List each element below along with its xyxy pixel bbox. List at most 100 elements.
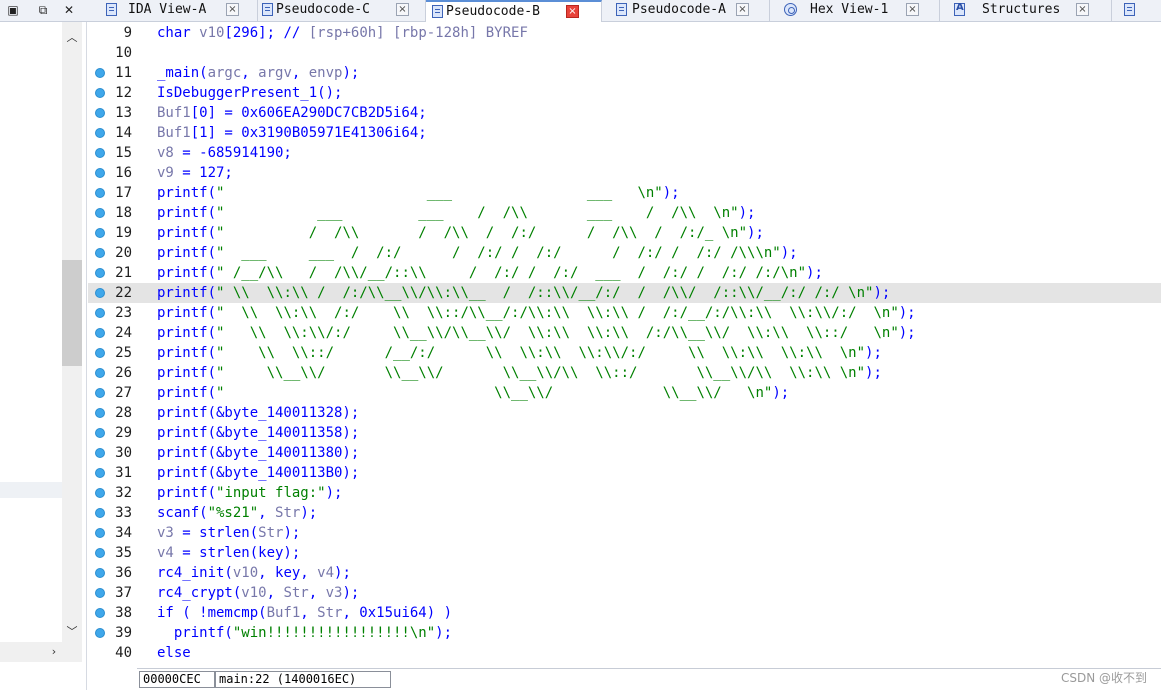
code-line[interactable]: 21 printf(" /__/\\ / /\\/__/::\\ / /:/ / …	[88, 263, 1161, 283]
code-text[interactable]: char v10[296]; // [rsp+60h] [rbp-128h] B…	[157, 23, 528, 43]
line-number: 35	[115, 545, 132, 561]
line-number: 18	[115, 205, 132, 221]
close-tab-icon[interactable]: ×	[226, 3, 239, 16]
line-number: 23	[115, 305, 132, 321]
tab-ida-view-a[interactable]: IDA View-A ×	[98, 0, 258, 21]
code-line[interactable]: 24 printf(" \\ \\:\\/:/ \\__\\/\\__\\/ \\…	[88, 323, 1161, 343]
code-text[interactable]: _main(argc, argv, envp);	[157, 63, 359, 83]
code-text[interactable]: Buf1[0] = 0x606EA290DC7CB2D5i64;	[157, 103, 427, 123]
scrollbar-thumb[interactable]	[62, 260, 82, 366]
code-text[interactable]: printf(" ___ ___ / /\\ ___ / /\\ \n");	[157, 203, 755, 223]
code-line[interactable]: 39 printf("win!!!!!!!!!!!!!!!!!\n");	[88, 623, 1161, 643]
code-text[interactable]: Buf1[1] = 0x3190B05971E41306i64;	[157, 123, 427, 143]
code-line[interactable]: 15 v8 = -685914190;	[88, 143, 1161, 163]
window-float-icon[interactable]: ▣	[4, 2, 22, 18]
code-line[interactable]: 16 v9 = 127;	[88, 163, 1161, 183]
code-text[interactable]: rc4_crypt(v10, Str, v3);	[157, 583, 359, 603]
line-number: 36	[115, 565, 132, 581]
close-tab-icon[interactable]: ×	[396, 3, 409, 16]
code-line[interactable]: 9 char v10[296]; // [rsp+60h] [rbp-128h] …	[88, 23, 1161, 43]
code-text[interactable]: printf(" \\ \\:\\ / /:/\\__\\/\\:\\__ / …	[157, 283, 890, 303]
code-line[interactable]: 23 printf(" \\ \\:\\ /:/ \\ \\::/\\__/:/\…	[88, 303, 1161, 323]
code-text[interactable]: printf("input flag:");	[157, 483, 342, 503]
code-line[interactable]: 37 rc4_crypt(v10, Str, v3);	[88, 583, 1161, 603]
code-line[interactable]: 17 printf(" ___ ___ \n");	[88, 183, 1161, 203]
code-text[interactable]: if ( !memcmp(Buf1, Str, 0x15ui64) )	[157, 603, 452, 623]
code-text[interactable]: printf(" \\ \\::/ /__/:/ \\ \\:\\ \\:\\/…	[157, 343, 882, 363]
code-line[interactable]: 25 printf(" \\ \\::/ /__/:/ \\ \\:\\ \\:\…	[88, 343, 1161, 363]
code-text[interactable]: else	[157, 643, 191, 663]
code-text[interactable]: v4 = strlen(key);	[157, 543, 300, 563]
line-number: 32	[115, 485, 132, 501]
tab-overflow[interactable]	[1112, 0, 1161, 21]
code-line[interactable]: 20 printf(" ___ ___ / /:/ / /:/ / /:/ / /…	[88, 243, 1161, 263]
enums-icon	[1124, 3, 1135, 16]
code-line[interactable]: 38 if ( !memcmp(Buf1, Str, 0x15ui64) )	[88, 603, 1161, 623]
tab-hex-view-1[interactable]: Hex View-1 ×	[770, 0, 940, 21]
close-tab-icon[interactable]: ×	[1076, 3, 1089, 16]
code-line[interactable]: 31 printf(&byte_1400113B0);	[88, 463, 1161, 483]
window-close-icon[interactable]: ✕	[60, 2, 78, 18]
line-number: 22	[115, 285, 132, 301]
tab-structures[interactable]: A Structures ×	[940, 0, 1112, 21]
code-text[interactable]: printf(&byte_1400113B0);	[157, 463, 359, 483]
code-text[interactable]: printf(" \\ \\:\\ /:/ \\ \\::/\\__/:/\\:…	[157, 303, 916, 323]
window-restore-icon[interactable]: ⧉	[34, 2, 52, 18]
code-line[interactable]: 29 printf(&byte_140011358);	[88, 423, 1161, 443]
chevron-up-icon[interactable]: ︿	[62, 30, 82, 46]
vertical-scrollbar[interactable]: ︿ ﹀	[62, 22, 82, 662]
line-number: 25	[115, 345, 132, 361]
close-tab-icon[interactable]: ×	[906, 3, 919, 16]
code-text[interactable]: printf(" \\__\\/ \\__\\/ \n");	[157, 383, 789, 403]
code-line[interactable]: 28 printf(&byte_140011328);	[88, 403, 1161, 423]
code-text[interactable]: printf(&byte_140011380);	[157, 443, 359, 463]
code-text[interactable]: printf(&byte_140011328);	[157, 403, 359, 423]
tab-pseudocode-a[interactable]: Pseudocode-A ×	[602, 0, 770, 21]
watermark: CSDN @收不到	[1060, 671, 1147, 685]
code-text[interactable]: scanf("%s21", Str);	[157, 503, 317, 523]
tab-pseudocode-c[interactable]: Pseudocode-C ×	[258, 0, 426, 21]
code-text[interactable]: rc4_init(v10, key, v4);	[157, 563, 351, 583]
code-line[interactable]: 14 Buf1[1] = 0x3190B05971E41306i64;	[88, 123, 1161, 143]
code-line[interactable]: 35 v4 = strlen(key);	[88, 543, 1161, 563]
tab-pseudocode-b[interactable]: Pseudocode-B ×	[426, 0, 602, 22]
code-text[interactable]: printf(" ___ ___ \n");	[157, 183, 680, 203]
code-text[interactable]: printf(" \\__\\/ \\__\\/ \\__\\/\\ \\::/…	[157, 363, 882, 383]
close-tab-icon[interactable]: ×	[566, 5, 579, 18]
code-line[interactable]: 13 Buf1[0] = 0x606EA290DC7CB2D5i64;	[88, 103, 1161, 123]
code-text[interactable]: v9 = 127;	[157, 163, 233, 183]
code-line[interactable]: 33 scanf("%s21", Str);	[88, 503, 1161, 523]
selected-row[interactable]	[0, 482, 62, 498]
code-line[interactable]: 22 printf(" \\ \\:\\ / /:/\\__\\/\\:\\__ …	[88, 283, 1161, 303]
pseudocode-icon	[616, 3, 627, 16]
navigation-pane: ︿ ﹀ ›	[0, 22, 87, 690]
code-line[interactable]: 18 printf(" ___ ___ / /\\ ___ / /\\ \n");	[88, 203, 1161, 223]
chevron-right-icon[interactable]: ›	[44, 644, 64, 660]
horizontal-scrollbar[interactable]: ›	[0, 642, 62, 662]
status-bar: 00000CEC main:22 (1400016EC)	[137, 668, 1161, 691]
code-text[interactable]: v3 = strlen(Str);	[157, 523, 300, 543]
code-text[interactable]: printf(" / /\\ / /\\ / /:/ / /\\ / /:/_ …	[157, 223, 764, 243]
code-line[interactable]: 11 _main(argc, argv, envp);	[88, 63, 1161, 83]
code-line[interactable]: 12 IsDebuggerPresent_1();	[88, 83, 1161, 103]
code-text[interactable]: v8 = -685914190;	[157, 143, 292, 163]
code-line[interactable]: 10	[88, 43, 1161, 63]
code-text[interactable]: printf("win!!!!!!!!!!!!!!!!!\n");	[157, 623, 452, 643]
code-line[interactable]: 27 printf(" \\__\\/ \\__\\/ \n");	[88, 383, 1161, 403]
code-line[interactable]: 30 printf(&byte_140011380);	[88, 443, 1161, 463]
code-line[interactable]: 36 rc4_init(v10, key, v4);	[88, 563, 1161, 583]
code-line[interactable]: 19 printf(" / /\\ / /\\ / /:/ / /\\ / /:/…	[88, 223, 1161, 243]
code-line[interactable]: 40 else	[88, 643, 1161, 663]
code-text[interactable]: printf(" \\ \\:\\/:/ \\__\\/\\__\\/ \\:\…	[157, 323, 916, 343]
code-text[interactable]: printf(" /__/\\ / /\\/__/::\\ / /:/ / /:…	[157, 263, 823, 283]
line-number: 38	[115, 605, 132, 621]
code-line[interactable]: 32 printf("input flag:");	[88, 483, 1161, 503]
code-text[interactable]: printf(" ___ ___ / /:/ / /:/ / /:/ / /:/…	[157, 243, 798, 263]
pseudocode-view[interactable]: 9 char v10[296]; // [rsp+60h] [rbp-128h] …	[88, 22, 1161, 667]
code-text[interactable]: printf(&byte_140011358);	[157, 423, 359, 443]
code-text[interactable]: IsDebuggerPresent_1();	[157, 83, 342, 103]
code-line[interactable]: 34 v3 = strlen(Str);	[88, 523, 1161, 543]
chevron-down-icon[interactable]: ﹀	[62, 624, 82, 640]
code-line[interactable]: 26 printf(" \\__\\/ \\__\\/ \\__\\/\\ \\:…	[88, 363, 1161, 383]
close-tab-icon[interactable]: ×	[736, 3, 749, 16]
